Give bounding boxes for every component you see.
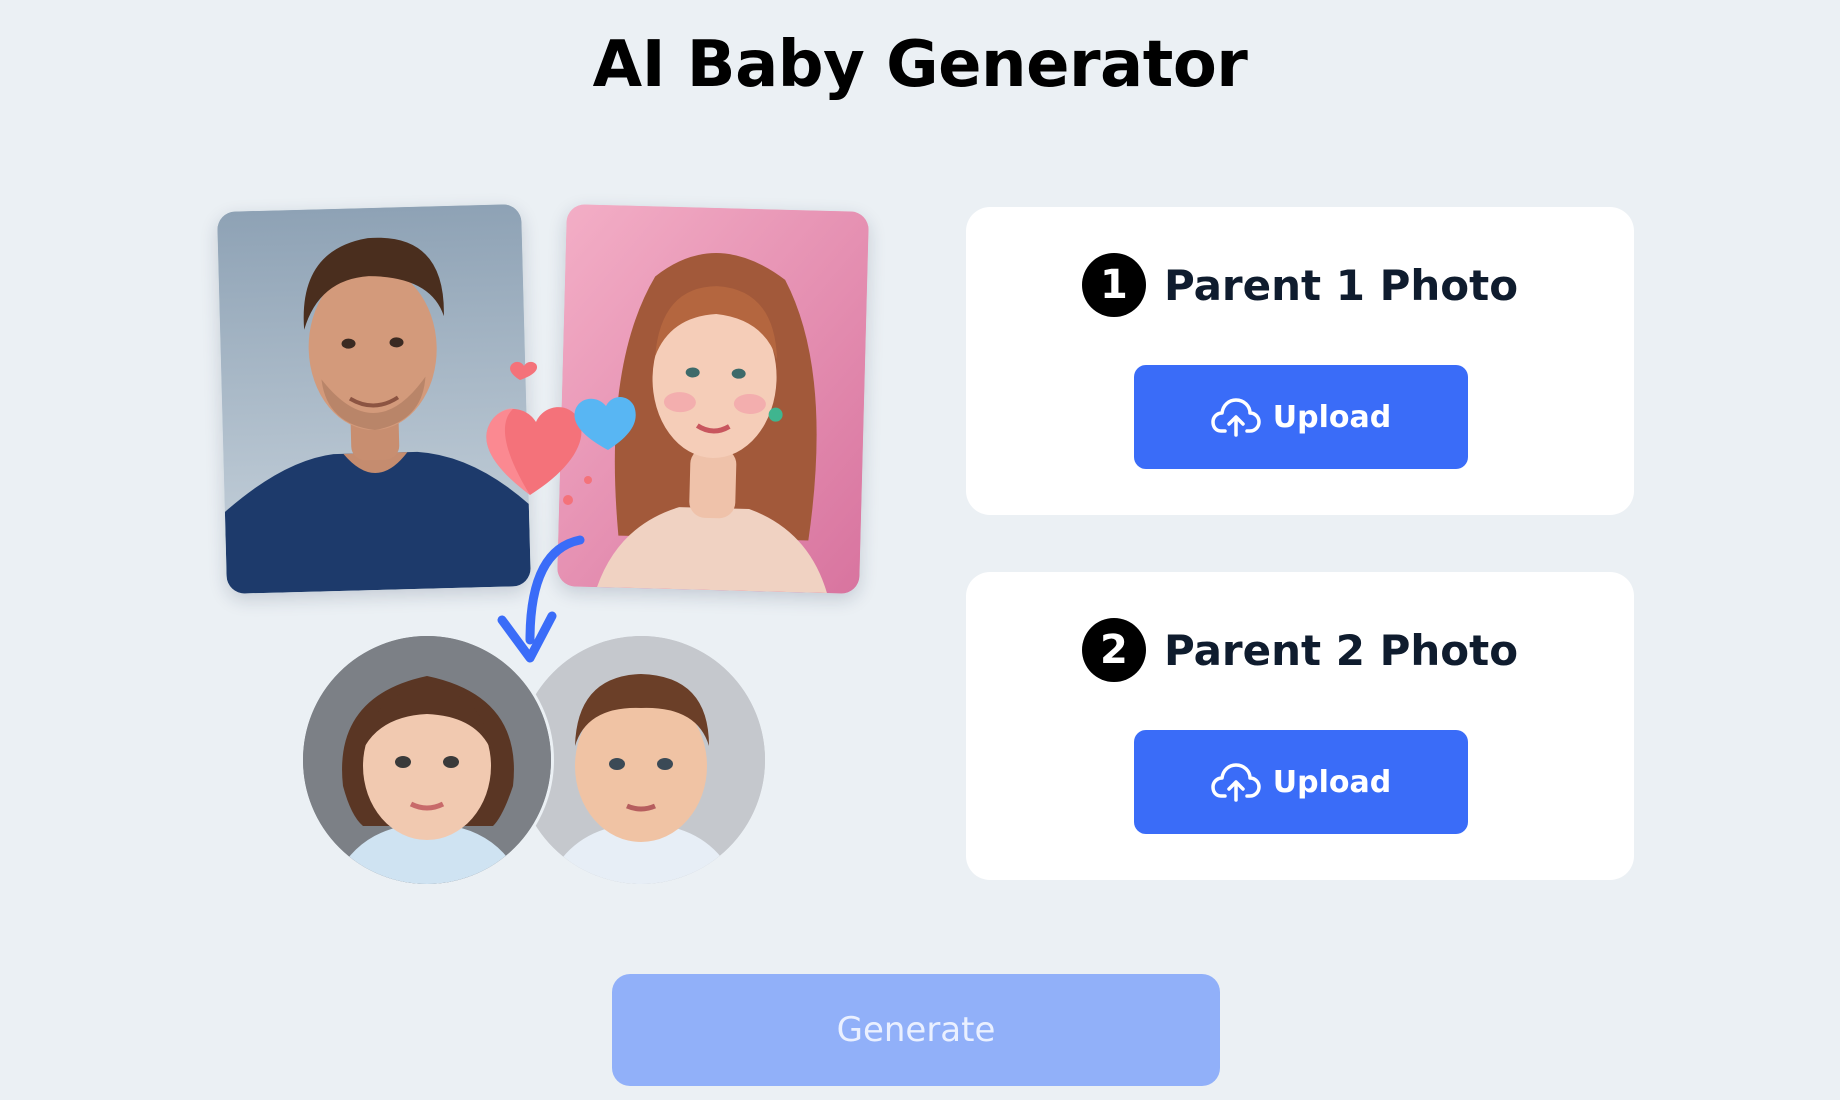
- parent-1-upload-label: Upload: [1272, 399, 1392, 435]
- girl-photo: [300, 633, 554, 887]
- down-arrow-icon: [497, 535, 585, 663]
- parent-1-upload-button[interactable]: Upload: [1134, 365, 1468, 469]
- parent-1-heading: 1 Parent 1 Photo: [966, 253, 1634, 317]
- parents-to-baby-illustration: [0, 0, 900, 900]
- step-2-badge: 2: [1081, 618, 1146, 682]
- parent-2-upload-button[interactable]: Upload: [1134, 730, 1468, 834]
- parent-2-title: Parent 2 Photo: [1163, 625, 1519, 675]
- parent-1-card: 1 Parent 1 Photo Upload: [966, 207, 1634, 515]
- parent-2-upload-label: Upload: [1272, 764, 1392, 800]
- parent-2-heading: 2 Parent 2 Photo: [966, 618, 1634, 682]
- step-1-badge: 1: [1081, 253, 1146, 317]
- cloud-upload-icon: [1211, 763, 1261, 802]
- parent-2-card: 2 Parent 2 Photo Upload: [966, 572, 1634, 880]
- generate-button[interactable]: Generate: [612, 974, 1220, 1086]
- parent-1-title: Parent 1 Photo: [1163, 260, 1519, 310]
- heart-icon: [486, 361, 636, 505]
- cloud-upload-icon: [1211, 398, 1261, 437]
